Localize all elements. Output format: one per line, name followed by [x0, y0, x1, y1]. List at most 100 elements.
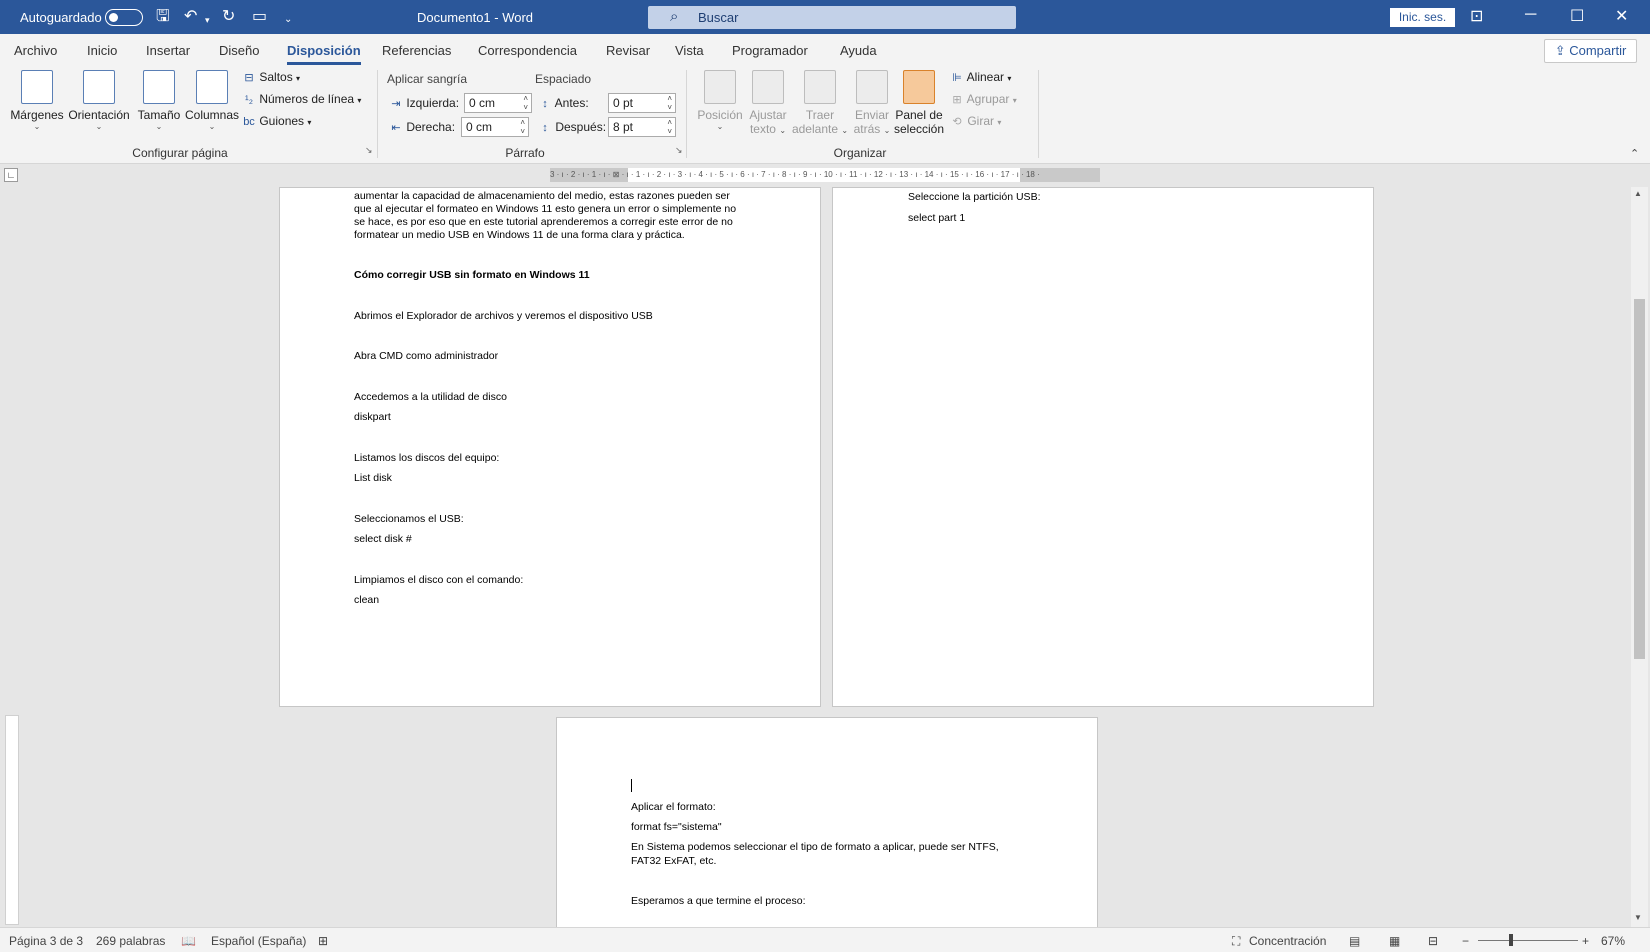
margins-icon	[21, 70, 53, 104]
language[interactable]: Español (España)	[211, 934, 306, 948]
breaks-label: Saltos	[259, 70, 293, 84]
group-divider	[377, 70, 378, 158]
vertical-ruler[interactable]	[5, 715, 19, 925]
paragraph-launcher-icon[interactable]: ↘	[675, 145, 683, 156]
document-page-right[interactable]: Seleccione la partición USB: select part…	[832, 187, 1374, 707]
horizontal-ruler[interactable]: 3 · ı · 2 · ı · 1 · ı · ⊠ · ı · 1 · ı · …	[550, 168, 1100, 182]
tab-ayuda[interactable]: Ayuda	[840, 43, 877, 58]
maximize-icon[interactable]: ☐	[1570, 6, 1584, 26]
indent-left-input[interactable]: 0 cm ˄ ˅	[464, 93, 532, 113]
tab-referencias[interactable]: Referencias	[382, 43, 451, 58]
zoom-in-icon[interactable]: +	[1582, 934, 1589, 948]
search-icon: ⌕	[670, 8, 679, 25]
document-page-left[interactable]: aumentar la capacidad de almacenamiento …	[279, 187, 821, 707]
tab-disposicion[interactable]: Disposición	[287, 43, 361, 65]
accessibility-icon[interactable]: ⊞	[318, 934, 328, 948]
paragraph-line: Accedemos a la utilidad de disco	[354, 391, 507, 403]
spacing-after-input[interactable]: 8 pt ˄ ˅	[608, 117, 676, 137]
spinner-icon[interactable]: ˄ ˅	[667, 94, 672, 112]
wrap-text-label-2-row: texto ⌄	[742, 122, 794, 136]
chevron-down-icon: ⌄	[33, 122, 41, 131]
read-mode-icon[interactable]: ▤	[1349, 934, 1360, 948]
tab-programador[interactable]: Programador	[732, 43, 808, 58]
columns-button[interactable]: Columnas ⌄	[183, 70, 241, 131]
rotate-icon: ⟲	[952, 116, 962, 128]
web-layout-icon[interactable]: ⊟	[1428, 934, 1438, 948]
paragraph-line: Abra CMD como administrador	[354, 350, 499, 362]
margins-button[interactable]: Márgenes ⌄	[8, 70, 66, 131]
selection-pane-icon	[903, 70, 935, 104]
tab-vista[interactable]: Vista	[675, 43, 704, 58]
ribbon-display-icon[interactable]: ⊡	[1470, 6, 1483, 26]
wrap-text-label-2: texto	[749, 122, 776, 136]
send-backward-button[interactable]: Enviar atrás ⌄	[847, 70, 897, 136]
chevron-down-icon: ▾	[296, 74, 301, 83]
spacing-after-value: 8 pt	[613, 120, 634, 134]
scroll-up-icon[interactable]: ▲	[1634, 189, 1642, 198]
minimize-icon[interactable]: ─	[1525, 6, 1536, 24]
rotate-button[interactable]: ⟲ Girar ▾	[950, 114, 1001, 128]
bring-forward-label-2-row: adelante ⌄	[789, 122, 851, 136]
spinner-icon[interactable]: ˄ ˅	[523, 94, 528, 112]
signin-button[interactable]: Inic. ses.	[1390, 8, 1455, 27]
scroll-down-icon[interactable]: ▼	[1634, 913, 1642, 922]
word-count[interactable]: 269 palabras	[96, 934, 165, 948]
group-divider	[1038, 70, 1039, 158]
indent-right-input[interactable]: 0 cm ˄ ˅	[461, 117, 529, 137]
chevron-down-icon: ⌄	[95, 122, 103, 131]
position-button[interactable]: Posición ⌄	[693, 70, 747, 131]
collapse-ribbon-icon[interactable]: ⌃	[1630, 147, 1639, 160]
bring-forward-button[interactable]: Traer adelante ⌄	[789, 70, 851, 136]
share-button[interactable]: ⇪ Compartir	[1544, 39, 1637, 63]
status-bar: Página 3 de 3 269 palabras 📖 Español (Es…	[0, 927, 1650, 952]
tab-insertar[interactable]: Insertar	[146, 43, 190, 58]
focus-icon[interactable]: ⛶	[1232, 934, 1240, 949]
line-numbers-button[interactable]: ¹₂ Números de línea ▾	[242, 92, 361, 106]
vertical-scrollbar[interactable]: ▲ ▼	[1631, 187, 1648, 927]
wrap-text-label-1: Ajustar	[749, 108, 787, 122]
spinner-icon[interactable]: ˄ ˅	[520, 118, 525, 136]
paragraph-line: aumentar la capacidad de almacenamiento …	[354, 190, 730, 202]
tab-inicio[interactable]: Inicio	[87, 43, 117, 58]
size-button[interactable]: Tamaño ⌄	[134, 70, 184, 131]
text-cursor	[631, 779, 632, 792]
page-setup-launcher-icon[interactable]: ↘	[365, 145, 373, 156]
chevron-down-icon: ⌄	[155, 122, 163, 131]
proofing-icon[interactable]: 📖	[181, 934, 196, 948]
tab-correspondencia[interactable]: Correspondencia	[478, 43, 577, 58]
tab-revisar[interactable]: Revisar	[606, 43, 650, 58]
close-icon[interactable]: ✕	[1615, 6, 1628, 26]
search-placeholder: Buscar	[698, 10, 739, 25]
tab-selector-icon[interactable]: ∟	[4, 168, 18, 182]
search-box[interactable]: ⌕ Buscar	[648, 6, 1016, 29]
spacing-before-input[interactable]: 0 pt ˄ ˅	[608, 93, 676, 113]
scrollbar-thumb[interactable]	[1634, 299, 1645, 659]
paragraph-line: clean	[354, 594, 380, 606]
group-button[interactable]: ⊞ Agrupar ▾	[950, 92, 1017, 106]
tab-diseno[interactable]: Diseño	[219, 43, 259, 58]
chevron-down-icon: ▾	[1012, 96, 1017, 105]
zoom-level[interactable]: 67%	[1601, 934, 1625, 948]
ruler-row: ∟ 3 · ı · 2 · ı · 1 · ı · ⊠ · ı · 1 · ı …	[0, 165, 1650, 185]
zoom-slider[interactable]	[1478, 940, 1578, 941]
focus-mode[interactable]: Concentración	[1249, 934, 1326, 948]
zoom-out-icon[interactable]: −	[1462, 934, 1469, 948]
send-backward-label-2: atrás	[853, 122, 881, 136]
chevron-down-icon: ⌄	[716, 122, 724, 131]
document-page-current[interactable]: Aplicar el formato: format fs="sistema" …	[556, 717, 1098, 932]
page-count[interactable]: Página 3 de 3	[9, 934, 83, 948]
indent-right-icon: ⇤	[391, 122, 401, 134]
align-button[interactable]: ⊫ Alinear ▾	[950, 70, 1011, 84]
selection-pane-button[interactable]: Panel de selección	[891, 70, 947, 136]
hyphenation-button[interactable]: bc Guiones ▾	[242, 114, 311, 128]
zoom-slider-thumb[interactable]	[1509, 934, 1513, 946]
breaks-button[interactable]: ⊟ Saltos ▾	[242, 70, 300, 84]
tab-archivo[interactable]: Archivo	[14, 43, 57, 58]
spinner-icon[interactable]: ˄ ˅	[667, 118, 672, 136]
paragraph-line: Seleccionamos el USB:	[354, 513, 464, 525]
orientation-button[interactable]: Orientación ⌄	[67, 70, 131, 131]
print-layout-icon[interactable]: ▦	[1389, 934, 1400, 948]
indent-right-label: ⇤ Derecha:	[389, 120, 455, 134]
indent-right-value: 0 cm	[466, 120, 493, 134]
wrap-text-button[interactable]: Ajustar texto ⌄	[742, 70, 794, 136]
